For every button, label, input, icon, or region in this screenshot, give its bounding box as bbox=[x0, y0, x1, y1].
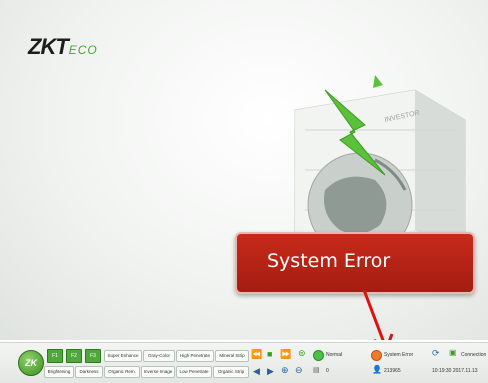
f2-button[interactable]: F2 bbox=[66, 349, 82, 363]
main-display: ZKTECO INVESTOR System Error bbox=[0, 0, 488, 340]
organic-rem-button[interactable]: Organic Rem. bbox=[104, 366, 140, 378]
error-status-icon bbox=[371, 350, 382, 361]
super-enhance-button[interactable]: Super Enhance bbox=[104, 350, 142, 362]
counter-icon: ▤ bbox=[313, 367, 320, 374]
arrow-left-icon[interactable]: ◀ bbox=[253, 366, 260, 376]
rewind-icon[interactable]: ⏪ bbox=[251, 349, 262, 359]
counter-value: 0 bbox=[326, 368, 329, 374]
callout-text: System Error bbox=[267, 250, 391, 272]
f1-button[interactable]: F1 bbox=[47, 349, 63, 363]
refresh-icon[interactable]: ⟳ bbox=[432, 348, 440, 358]
zk-home-button[interactable]: ZK bbox=[18, 350, 44, 376]
connection-icon: ▣ bbox=[449, 348, 457, 357]
user-icon: 👤 bbox=[372, 365, 382, 374]
fast-forward-icon[interactable]: ⏩ bbox=[280, 349, 291, 359]
logo-eco: ECO bbox=[68, 43, 98, 57]
low-penetrate-button[interactable]: Low Penetrate bbox=[176, 366, 212, 378]
red-arrow bbox=[362, 289, 394, 340]
system-error-callout: System Error bbox=[235, 232, 475, 294]
brightening-button[interactable]: Brightening bbox=[44, 366, 74, 378]
connection-label: Connection bbox=[461, 352, 487, 358]
gray-color-button[interactable]: Gray-Color bbox=[143, 350, 175, 362]
normal-status-label: Normal bbox=[326, 352, 343, 358]
normal-status-icon bbox=[313, 350, 324, 361]
control-toolbar: ZK F1 F2 F3 Super Enhance Gray-Color Hig… bbox=[0, 342, 488, 383]
f3-button[interactable]: F3 bbox=[85, 349, 101, 363]
zkteco-logo: ZKTECO bbox=[28, 34, 98, 60]
high-penetrate-button[interactable]: High Penetrate bbox=[176, 350, 214, 362]
darkness-button[interactable]: Darkness bbox=[75, 366, 103, 378]
inverse-image-button[interactable]: Inverse Image bbox=[141, 366, 175, 378]
error-status-label: System Error bbox=[384, 352, 414, 358]
organic-strip-button[interactable]: Organic Strip bbox=[213, 366, 249, 378]
user-id: 213965 bbox=[384, 368, 401, 374]
stop-icon[interactable]: ■ bbox=[267, 349, 272, 359]
zoom-out-icon[interactable]: ⊖ bbox=[295, 365, 303, 375]
zoom-in-icon[interactable]: ⊕ bbox=[281, 365, 289, 375]
logo-main: ZKT bbox=[28, 34, 69, 59]
datetime: 10:19:30 2017.11.13 bbox=[432, 368, 478, 374]
arrow-right-icon[interactable]: ▶ bbox=[267, 366, 274, 376]
settings-cycle-icon[interactable]: ⊜ bbox=[298, 348, 306, 358]
mineral-strip-button[interactable]: Mineral Strip bbox=[215, 350, 249, 362]
